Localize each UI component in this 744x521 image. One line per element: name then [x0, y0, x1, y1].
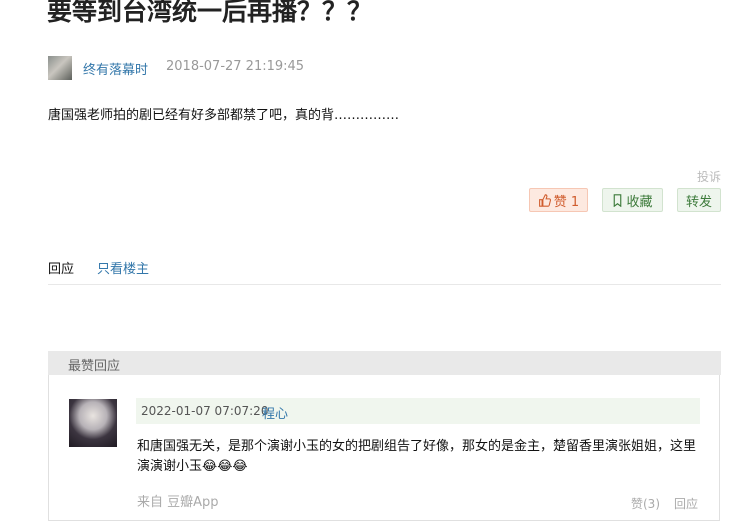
report-link[interactable]: 投诉 — [697, 168, 721, 185]
commenter-avatar[interactable] — [69, 399, 117, 447]
commenter-name-link[interactable]: 程心 — [262, 403, 288, 422]
like-label: 赞 1 — [553, 194, 580, 210]
thumbs-up-icon — [538, 193, 551, 207]
comment-source: 来自 豆瓣App — [137, 495, 219, 510]
comment-like-link[interactable]: 赞(3) — [631, 495, 660, 512]
comment-timestamp: 2022-01-07 07:07:20 — [141, 404, 269, 418]
bookmark-icon — [614, 193, 622, 207]
author-avatar[interactable] — [48, 56, 72, 80]
favorite-button[interactable]: 收藏 — [602, 188, 663, 212]
author-name-link[interactable]: 终有落幕时 — [83, 59, 148, 78]
post-timestamp: 2018-07-27 21:19:45 — [166, 59, 305, 74]
favorite-label: 收藏 — [626, 194, 653, 210]
tab-op-only[interactable]: 只看楼主 — [97, 258, 149, 277]
like-button[interactable]: 赞 1 — [529, 188, 588, 212]
share-label: 转发 — [685, 194, 712, 210]
tab-replies[interactable]: 回应 — [48, 258, 74, 277]
post-title: 要等到台湾统一后再播？？？ — [47, 0, 373, 26]
share-button[interactable]: 转发 — [677, 188, 721, 212]
best-replies-header — [48, 351, 721, 375]
tabs-divider — [48, 284, 721, 285]
comment-text: 和唐国强无关，是那个演谢小玉的女的把剧组告了好像，那女的是金主，楚留香里演张姐姐… — [137, 439, 697, 474]
post-content: 唐国强老师拍的剧已经有好多部都禁了吧，真的背…………… — [48, 108, 400, 123]
comment-reply-link[interactable]: 回应 — [674, 495, 698, 512]
best-replies-title: 最赞回应 — [68, 359, 121, 374]
